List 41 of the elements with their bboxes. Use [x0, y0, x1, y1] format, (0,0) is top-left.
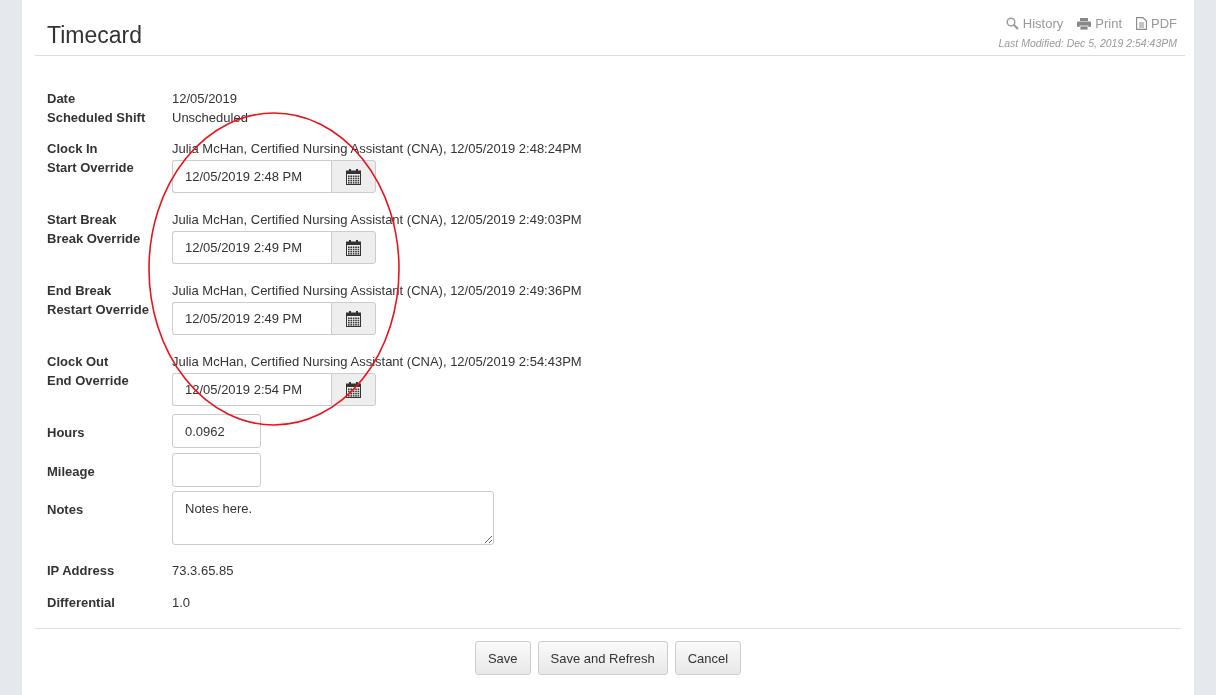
datetime-field[interactable]: 12/05/2019 2:49 PM	[172, 302, 331, 335]
calendar-button[interactable]	[331, 373, 376, 406]
field-label: End Break	[47, 282, 113, 300]
field-label: Clock Out	[47, 353, 110, 371]
last-modified-text: Last Modified: Dec 5, 2019 2:54:43PM	[998, 37, 1177, 49]
form-button[interactable]: Save	[474, 641, 531, 675]
field-label: Scheduled Shift	[47, 109, 147, 127]
field-value: 1.0	[172, 594, 191, 612]
calendar-button[interactable]	[331, 231, 376, 264]
form-button[interactable]: Save and Refresh	[537, 641, 668, 675]
input-field[interactable]: 0.0962	[172, 414, 261, 448]
field-label: Start Break	[47, 211, 118, 229]
search-icon	[1005, 17, 1019, 30]
field-label: End Override	[47, 372, 130, 390]
field-label: Differential	[47, 594, 116, 612]
field-label: Hours	[47, 424, 86, 442]
document-icon	[1136, 17, 1147, 30]
field-label: Clock In	[47, 140, 99, 158]
field-label: Mileage	[47, 463, 96, 481]
input-field[interactable]	[172, 453, 261, 487]
calendar-icon	[346, 168, 361, 185]
calendar-icon	[346, 239, 361, 256]
datetime-field[interactable]: 12/05/2019 2:49 PM	[172, 231, 331, 264]
printer-icon	[1077, 17, 1092, 30]
calendar-button[interactable]	[331, 160, 376, 193]
field-label: Notes	[47, 501, 85, 519]
field-label: Start Override	[47, 159, 135, 177]
field-label: Break Override	[47, 230, 142, 248]
field-label: IP Address	[47, 562, 116, 580]
field-label: Restart Override	[47, 301, 150, 319]
field-value: 12/05/2019	[172, 90, 238, 108]
calendar-icon	[346, 381, 361, 398]
notes-field[interactable]: Notes here.	[172, 491, 494, 545]
field-label: Date	[47, 90, 77, 108]
field-value: 73.3.65.85	[172, 562, 234, 580]
datetime-field[interactable]: 12/05/2019 2:48 PM	[172, 160, 331, 193]
page-title: Timecard	[47, 22, 142, 49]
form-button[interactable]: Cancel	[674, 641, 742, 675]
field-value: Unscheduled	[172, 109, 248, 127]
calendar-icon	[346, 310, 361, 327]
calendar-button[interactable]	[331, 302, 376, 335]
